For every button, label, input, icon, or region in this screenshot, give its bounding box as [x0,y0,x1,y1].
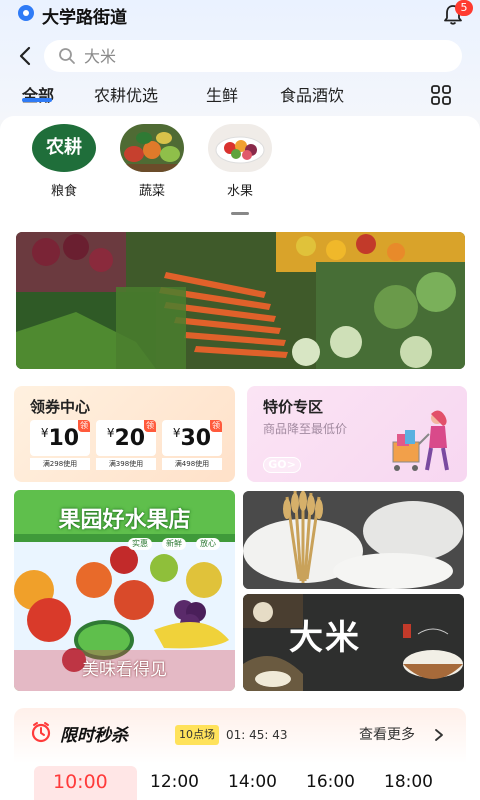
category-vegetables[interactable]: 蔬菜 [117,124,187,199]
currency-symbol: ¥ [40,426,49,440]
countdown-timer: 01: 45: 43 [226,728,288,742]
tab-food-drinks[interactable]: 食品酒饮 [280,82,344,106]
vegetable-market-image [16,232,465,369]
currency-symbol: ¥ [106,426,115,440]
view-more-link[interactable]: 查看更多 [359,724,415,744]
special-offer-title: 特价专区 [263,398,324,416]
coupon-center-card[interactable]: 领券中心 ¥10 领 满298使用 ¥20 领 满398使用 ¥30 领 满49… [14,386,235,482]
coupon-condition: 满398使用 [96,458,156,470]
coupon-amount: 20 [114,426,146,451]
grid-menu-icon[interactable] [430,84,452,106]
coupon-20[interactable]: ¥20 领 [96,420,156,456]
search-input[interactable] [84,44,444,68]
location-pin-icon [18,5,34,21]
badge-trusted: 放心 [200,539,216,548]
coupon-claim-tag: 领 [210,420,222,432]
coupon-amount: 10 [48,426,80,451]
coupon-claim-tag: 领 [144,420,156,432]
coupon-10[interactable]: ¥10 领 [30,420,90,456]
vegetables-thumbnail [120,124,184,172]
badge-fresh: 新鲜 [166,539,182,548]
tab-all[interactable]: 全部 [22,82,54,106]
time-slot-1000[interactable]: 10:00 [53,771,108,793]
notification-badge: 5 [455,0,473,16]
time-slot-1600[interactable]: 16:00 [306,772,355,792]
fruit-store-banner[interactable]: 果园好水果店 实惠 新鲜 放心 美味看得见 [14,490,235,691]
active-tab-indicator [22,98,52,102]
category-label: 粮食 [50,184,77,199]
alarm-clock-icon [31,722,51,743]
fruit-thumbnail [208,124,272,172]
special-offer-card[interactable]: 特价专区 商品降至最低价 GO> [247,386,467,482]
search-bar[interactable] [44,40,462,72]
coupon-condition: 满498使用 [162,458,222,470]
flash-sale-title: 限时秒杀 [60,726,128,746]
nonggeng-logo: 农耕 [32,124,96,172]
fruit-tagline: 美味看得见 [82,660,167,680]
category-tabs: 全部 农耕优选 生鲜 食品酒饮 [0,82,480,116]
category-label: 水果 [226,184,253,199]
tab-farm-select[interactable]: 农耕优选 [94,82,158,106]
location-label: 大学路街道 [42,8,127,28]
search-icon [59,48,75,64]
time-slot-1400[interactable]: 14:00 [228,772,277,792]
page-indicator [231,212,249,215]
category-grain[interactable]: 农耕 粮食 [29,124,99,199]
flour-wheat-image [243,491,464,589]
time-slot-1800[interactable]: 18:00 [384,772,433,792]
rice-big-text: 大米 [289,618,361,658]
coupon-30[interactable]: ¥30 领 [162,420,222,456]
badge-affordable: 实惠 [132,539,148,548]
time-slot-1200[interactable]: 12:00 [150,772,199,792]
coupon-condition: 满298使用 [30,458,90,470]
category-label: 蔬菜 [138,184,165,199]
go-button[interactable]: GO> [263,457,301,473]
hero-banner[interactable] [16,232,465,369]
tab-fresh[interactable]: 生鲜 [206,82,238,106]
back-arrow-icon[interactable] [14,44,36,68]
coupon-center-title: 领券中心 [30,398,91,416]
coupon-claim-tag: 领 [78,420,90,432]
rice-banner[interactable]: 大米 [243,594,464,691]
coupon-amount: 30 [180,426,212,451]
currency-symbol: ¥ [172,426,181,440]
fruit-store-title: 果园好水果店 [58,508,191,533]
session-tag: 10点场 [175,725,219,745]
chevron-right-icon[interactable] [434,728,444,742]
special-offer-subtitle: 商品降至最低价 [263,422,348,436]
flour-banner[interactable] [243,491,464,589]
shopping-woman-illustration [392,410,449,471]
category-fruit[interactable]: 水果 [205,124,275,199]
location-bar[interactable]: 大学路街道 [0,0,480,30]
